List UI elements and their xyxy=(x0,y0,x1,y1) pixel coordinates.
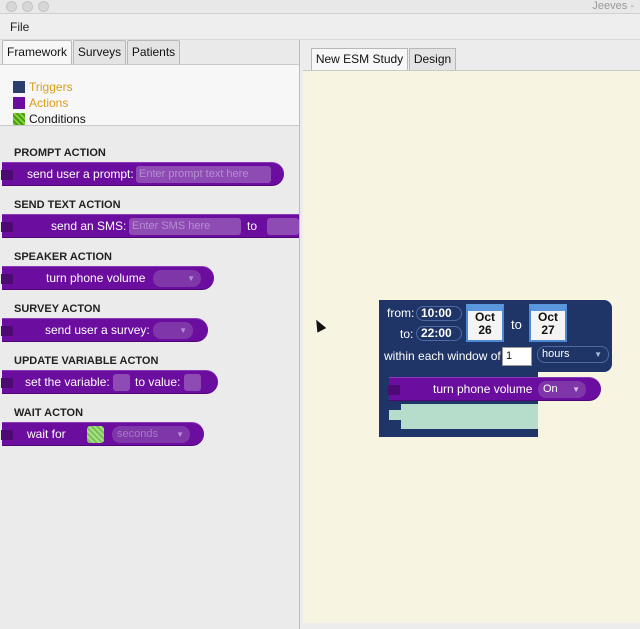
date-range-to-label: to xyxy=(511,317,522,332)
legend-triggers[interactable]: Triggers xyxy=(13,80,73,94)
tab-patients[interactable]: Patients xyxy=(127,40,180,64)
start-date-day: 26 xyxy=(478,323,492,337)
duration-slot[interactable] xyxy=(87,426,104,443)
block-legend: Triggers Actions Conditions xyxy=(0,64,299,126)
block-connector xyxy=(1,274,13,284)
sms-to-label: to xyxy=(247,219,258,233)
chevron-down-icon: ▼ xyxy=(179,326,187,335)
update-variable-action-block[interactable]: set the variable: to value: xyxy=(1,370,218,394)
nested-speaker-action-block[interactable]: turn phone volume On ▼ xyxy=(388,377,601,401)
start-date-calendar[interactable]: Oct 26 xyxy=(466,304,504,342)
block-connector xyxy=(1,170,13,180)
variable-slot[interactable] xyxy=(113,374,130,391)
sms-recipient-field[interactable] xyxy=(267,218,299,235)
empty-statement-slot[interactable] xyxy=(401,404,538,429)
menu-bar: File xyxy=(0,14,640,40)
framework-panel: Framework Surveys Patients Triggers Acti… xyxy=(0,40,300,629)
survey-action-block[interactable]: send user a survey: ▼ xyxy=(1,318,208,342)
speaker-action-block[interactable]: turn phone volume ▼ xyxy=(1,266,214,290)
block-connector xyxy=(1,378,13,388)
section-prompt-action: PROMPT ACTION xyxy=(14,147,106,159)
section-speaker-action: SPEAKER ACTION xyxy=(14,251,112,263)
block-connector xyxy=(1,222,13,232)
triggers-swatch xyxy=(13,81,25,93)
block-connector xyxy=(388,385,400,395)
legend-conditions-label: Conditions xyxy=(29,112,86,126)
menu-file[interactable]: File xyxy=(10,20,29,34)
prompt-action-block[interactable]: send user a prompt: Enter prompt text he… xyxy=(1,162,284,186)
from-label: from: xyxy=(387,306,415,320)
close-window-button[interactable] xyxy=(6,1,17,12)
minimize-window-button[interactable] xyxy=(22,1,33,12)
to-time-field[interactable]: 22:00 xyxy=(416,326,462,341)
legend-conditions[interactable]: Conditions xyxy=(13,112,86,126)
chevron-down-icon: ▼ xyxy=(187,274,195,283)
legend-actions-label: Actions xyxy=(29,96,69,110)
block-connector xyxy=(1,430,13,440)
block-palette: PROMPT ACTION send user a prompt: Enter … xyxy=(0,127,299,629)
block-connector xyxy=(1,326,13,336)
section-wait-action: WAIT ACTON xyxy=(14,407,84,419)
value-block-label: to value: xyxy=(135,375,181,389)
sms-block-label: send an SMS: xyxy=(51,219,127,233)
prompt-text-field[interactable]: Enter prompt text here xyxy=(136,166,271,183)
from-time-field[interactable]: 10:00 xyxy=(416,306,462,321)
conditions-swatch xyxy=(13,113,25,125)
send-text-action-block[interactable]: send an SMS: Enter SMS here to xyxy=(1,214,299,238)
window-label: within each window of xyxy=(384,349,501,363)
chevron-down-icon: ▼ xyxy=(594,350,602,359)
speaker-block-label: turn phone volume xyxy=(46,271,146,285)
nested-volume-dropdown[interactable]: On ▼ xyxy=(538,381,586,398)
variable-block-label: set the variable: xyxy=(25,375,110,389)
tab-surveys[interactable]: Surveys xyxy=(73,40,126,64)
volume-dropdown[interactable]: ▼ xyxy=(153,270,201,287)
sms-text-field[interactable]: Enter SMS here xyxy=(129,218,241,235)
time-unit-value: seconds xyxy=(117,428,158,440)
wait-block-label: wait for xyxy=(27,427,66,441)
nested-volume-value: On xyxy=(543,383,558,395)
section-survey-action: SURVEY ACTON xyxy=(14,303,101,315)
survey-block-label: send user a survey: xyxy=(45,323,150,337)
legend-triggers-label: Triggers xyxy=(29,80,73,94)
survey-dropdown[interactable]: ▼ xyxy=(153,322,193,339)
time-trigger-block[interactable]: from: 10:00 to: 22:00 Oct 26 to Oct 27 w… xyxy=(379,300,612,372)
to-time-label: to: xyxy=(400,327,414,341)
window-unit-value: hours xyxy=(542,348,570,360)
tab-framework[interactable]: Framework xyxy=(2,40,72,64)
nested-speaker-label: turn phone volume xyxy=(433,382,533,396)
section-update-variable-action: UPDATE VARIABLE ACTON xyxy=(14,355,159,367)
value-slot[interactable] xyxy=(184,374,201,391)
window-title: Jeeves - xyxy=(592,0,634,12)
tab-design[interactable]: Design xyxy=(409,48,456,71)
title-bar: Jeeves - xyxy=(0,0,640,14)
chevron-down-icon: ▼ xyxy=(572,385,580,394)
zoom-window-button[interactable] xyxy=(38,1,49,12)
window-size-input[interactable]: 1 xyxy=(502,347,532,366)
tab-new-esm-study[interactable]: New ESM Study xyxy=(311,48,408,71)
section-send-text-action: SEND TEXT ACTION xyxy=(14,199,121,211)
actions-swatch xyxy=(13,97,25,109)
window-unit-dropdown[interactable]: hours ▼ xyxy=(537,346,609,363)
prompt-block-label: send user a prompt: xyxy=(27,167,134,181)
end-date-day: 27 xyxy=(541,323,555,337)
legend-actions[interactable]: Actions xyxy=(13,96,68,110)
end-date-calendar[interactable]: Oct 27 xyxy=(529,304,567,342)
chevron-down-icon: ▼ xyxy=(176,430,184,439)
wait-action-block[interactable]: wait for seconds ▼ xyxy=(1,422,204,446)
time-unit-dropdown[interactable]: seconds ▼ xyxy=(112,426,190,443)
